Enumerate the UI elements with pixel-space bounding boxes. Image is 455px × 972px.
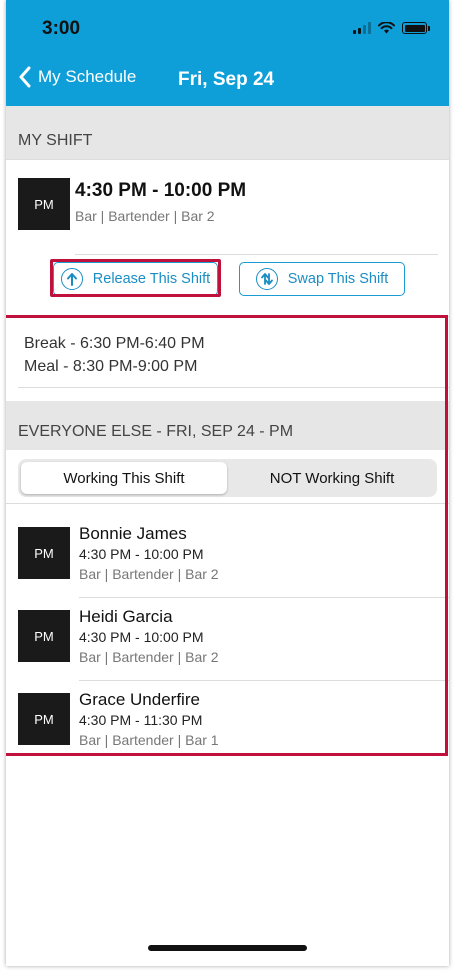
divider — [6, 159, 449, 160]
status-time: 3:00 — [42, 18, 81, 39]
avatar: PM — [18, 178, 70, 230]
back-label: My Schedule — [38, 67, 137, 86]
swap-shift-button[interactable]: Swap This Shift — [239, 262, 405, 296]
phone-screen: 3:00 My Schedule Fri, Sep 24 MY SHIFT PM… — [6, 0, 449, 966]
app-header: 3:00 My Schedule Fri, Sep 24 — [6, 0, 449, 106]
signal-icon — [353, 22, 371, 34]
status-icons — [353, 22, 430, 34]
my-shift-section-title: MY SHIFT — [18, 132, 93, 149]
shift-role: Bar | Bartender | Bar 2 — [75, 208, 215, 224]
swap-arrows-icon — [255, 268, 278, 290]
battery-icon — [402, 22, 430, 34]
my-shift-section-header: MY SHIFT — [6, 106, 449, 159]
home-indicator — [148, 945, 307, 951]
divider — [75, 254, 438, 255]
back-button[interactable]: My Schedule — [18, 66, 136, 88]
chevron-left-icon — [19, 66, 31, 88]
shift-time: 4:30 PM - 10:00 PM — [75, 180, 247, 201]
release-highlight-box — [50, 259, 221, 297]
swap-shift-label: Swap This Shift — [287, 271, 389, 287]
wifi-icon — [378, 22, 395, 34]
breaks-and-coworkers-highlight-box — [6, 315, 448, 756]
page-title: Fri, Sep 24 — [178, 69, 275, 90]
